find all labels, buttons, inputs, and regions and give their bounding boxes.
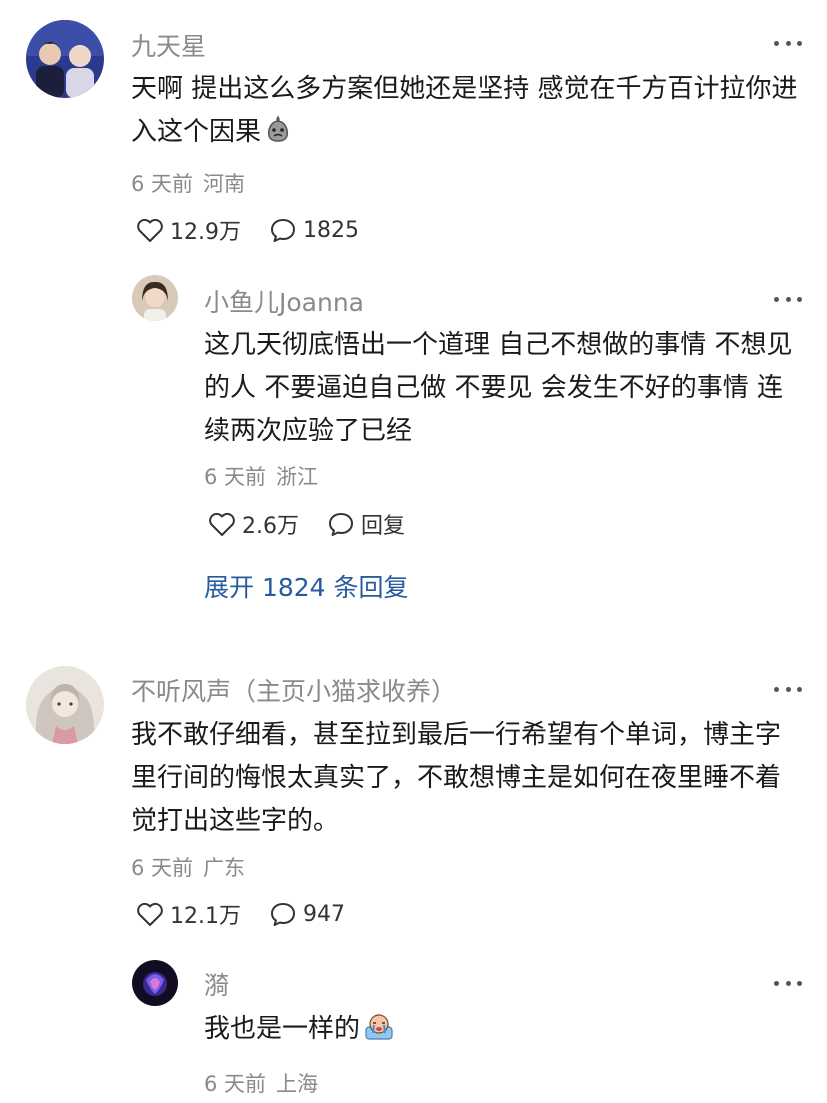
reply-meta: 6 天前 浙江 [204, 461, 318, 491]
more-dots-icon [774, 980, 779, 986]
comment-actions: 12.1万 947 [136, 898, 345, 930]
comment-location: 广东 [203, 856, 246, 880]
avatar[interactable] [26, 20, 104, 98]
heart-outline-icon [137, 902, 163, 926]
like-count: 12.1万 [170, 904, 241, 929]
reply-actions: 2.6万 回复 [208, 508, 405, 540]
like-button[interactable]: 12.1万 [136, 898, 241, 930]
more-dots-icon [774, 296, 779, 302]
reply-time: 6 天前 [204, 1072, 267, 1096]
more-dots-icon [774, 40, 779, 46]
more-options-button[interactable] [774, 38, 802, 48]
more-options-button[interactable] [774, 684, 802, 694]
reply-text: 这几天彻底悟出一个道理 自己不想做的事情 不想见的人 不要逼迫自己做 不要见 会… [204, 330, 793, 446]
emoji-icon [263, 114, 293, 158]
like-button[interactable]: 12.9万 [136, 214, 241, 246]
speech-bubble-icon [329, 513, 353, 536]
like-count: 2.6万 [242, 514, 299, 539]
reply-location: 浙江 [276, 465, 319, 489]
more-dots-icon [774, 686, 779, 692]
comment-meta: 6 天前 广东 [131, 852, 245, 882]
reply-count: 947 [303, 901, 345, 927]
avatar[interactable] [26, 666, 104, 744]
comment-text: 我不敢仔细看，甚至拉到最后一行希望有个单词，博主字里行间的悔恨太真实了，不敢想博… [131, 720, 782, 836]
comment-meta: 6 天前 河南 [131, 168, 245, 198]
comment-text-content: 天啊 提出这么多方案但她还是坚持 感觉在千方百计拉你进入这个因果 [131, 74, 798, 147]
comment-location: 河南 [203, 172, 246, 196]
comment-button[interactable]: 947 [269, 901, 345, 927]
like-count: 12.9万 [170, 220, 241, 245]
comment-time: 6 天前 [131, 172, 194, 196]
avatar[interactable] [132, 960, 178, 1006]
reply-label: 回复 [361, 514, 406, 539]
like-button[interactable]: 2.6万 [208, 508, 299, 540]
comment-text: 天啊 提出这么多方案但她还是坚持 感觉在千方百计拉你进入这个因果 [131, 68, 801, 158]
expand-replies-link[interactable]: 展开 1824 条回复 [204, 568, 409, 604]
reply-button[interactable]: 回复 [327, 508, 405, 540]
reply-time: 6 天前 [204, 465, 267, 489]
comment-actions: 12.9万 1825 [136, 214, 359, 246]
reply-author[interactable]: 漪 [204, 966, 229, 1002]
speech-bubble-icon [271, 219, 295, 242]
reply-count: 1825 [303, 217, 359, 243]
more-options-button[interactable] [774, 978, 802, 988]
comment-time: 6 天前 [131, 856, 194, 880]
speech-bubble-icon [271, 903, 295, 926]
reply-meta: 6 天前 上海 [204, 1068, 318, 1098]
crying-emoji-icon [362, 1011, 396, 1055]
heart-outline-icon [137, 218, 163, 242]
comment-author[interactable]: 九天星 [131, 27, 206, 63]
more-options-button[interactable] [774, 294, 802, 304]
reply-location: 上海 [276, 1072, 319, 1096]
reply-author[interactable]: 小鱼儿Joanna [204, 283, 364, 319]
comment-author[interactable]: 不听风声（主页小猫求收养） [131, 672, 456, 708]
avatar[interactable] [132, 275, 178, 321]
heart-outline-icon [209, 512, 235, 536]
reply-text: 我也是一样的 [204, 1008, 808, 1055]
reply-text-content: 我也是一样的 [204, 1014, 361, 1044]
comment-button[interactable]: 1825 [269, 217, 359, 243]
